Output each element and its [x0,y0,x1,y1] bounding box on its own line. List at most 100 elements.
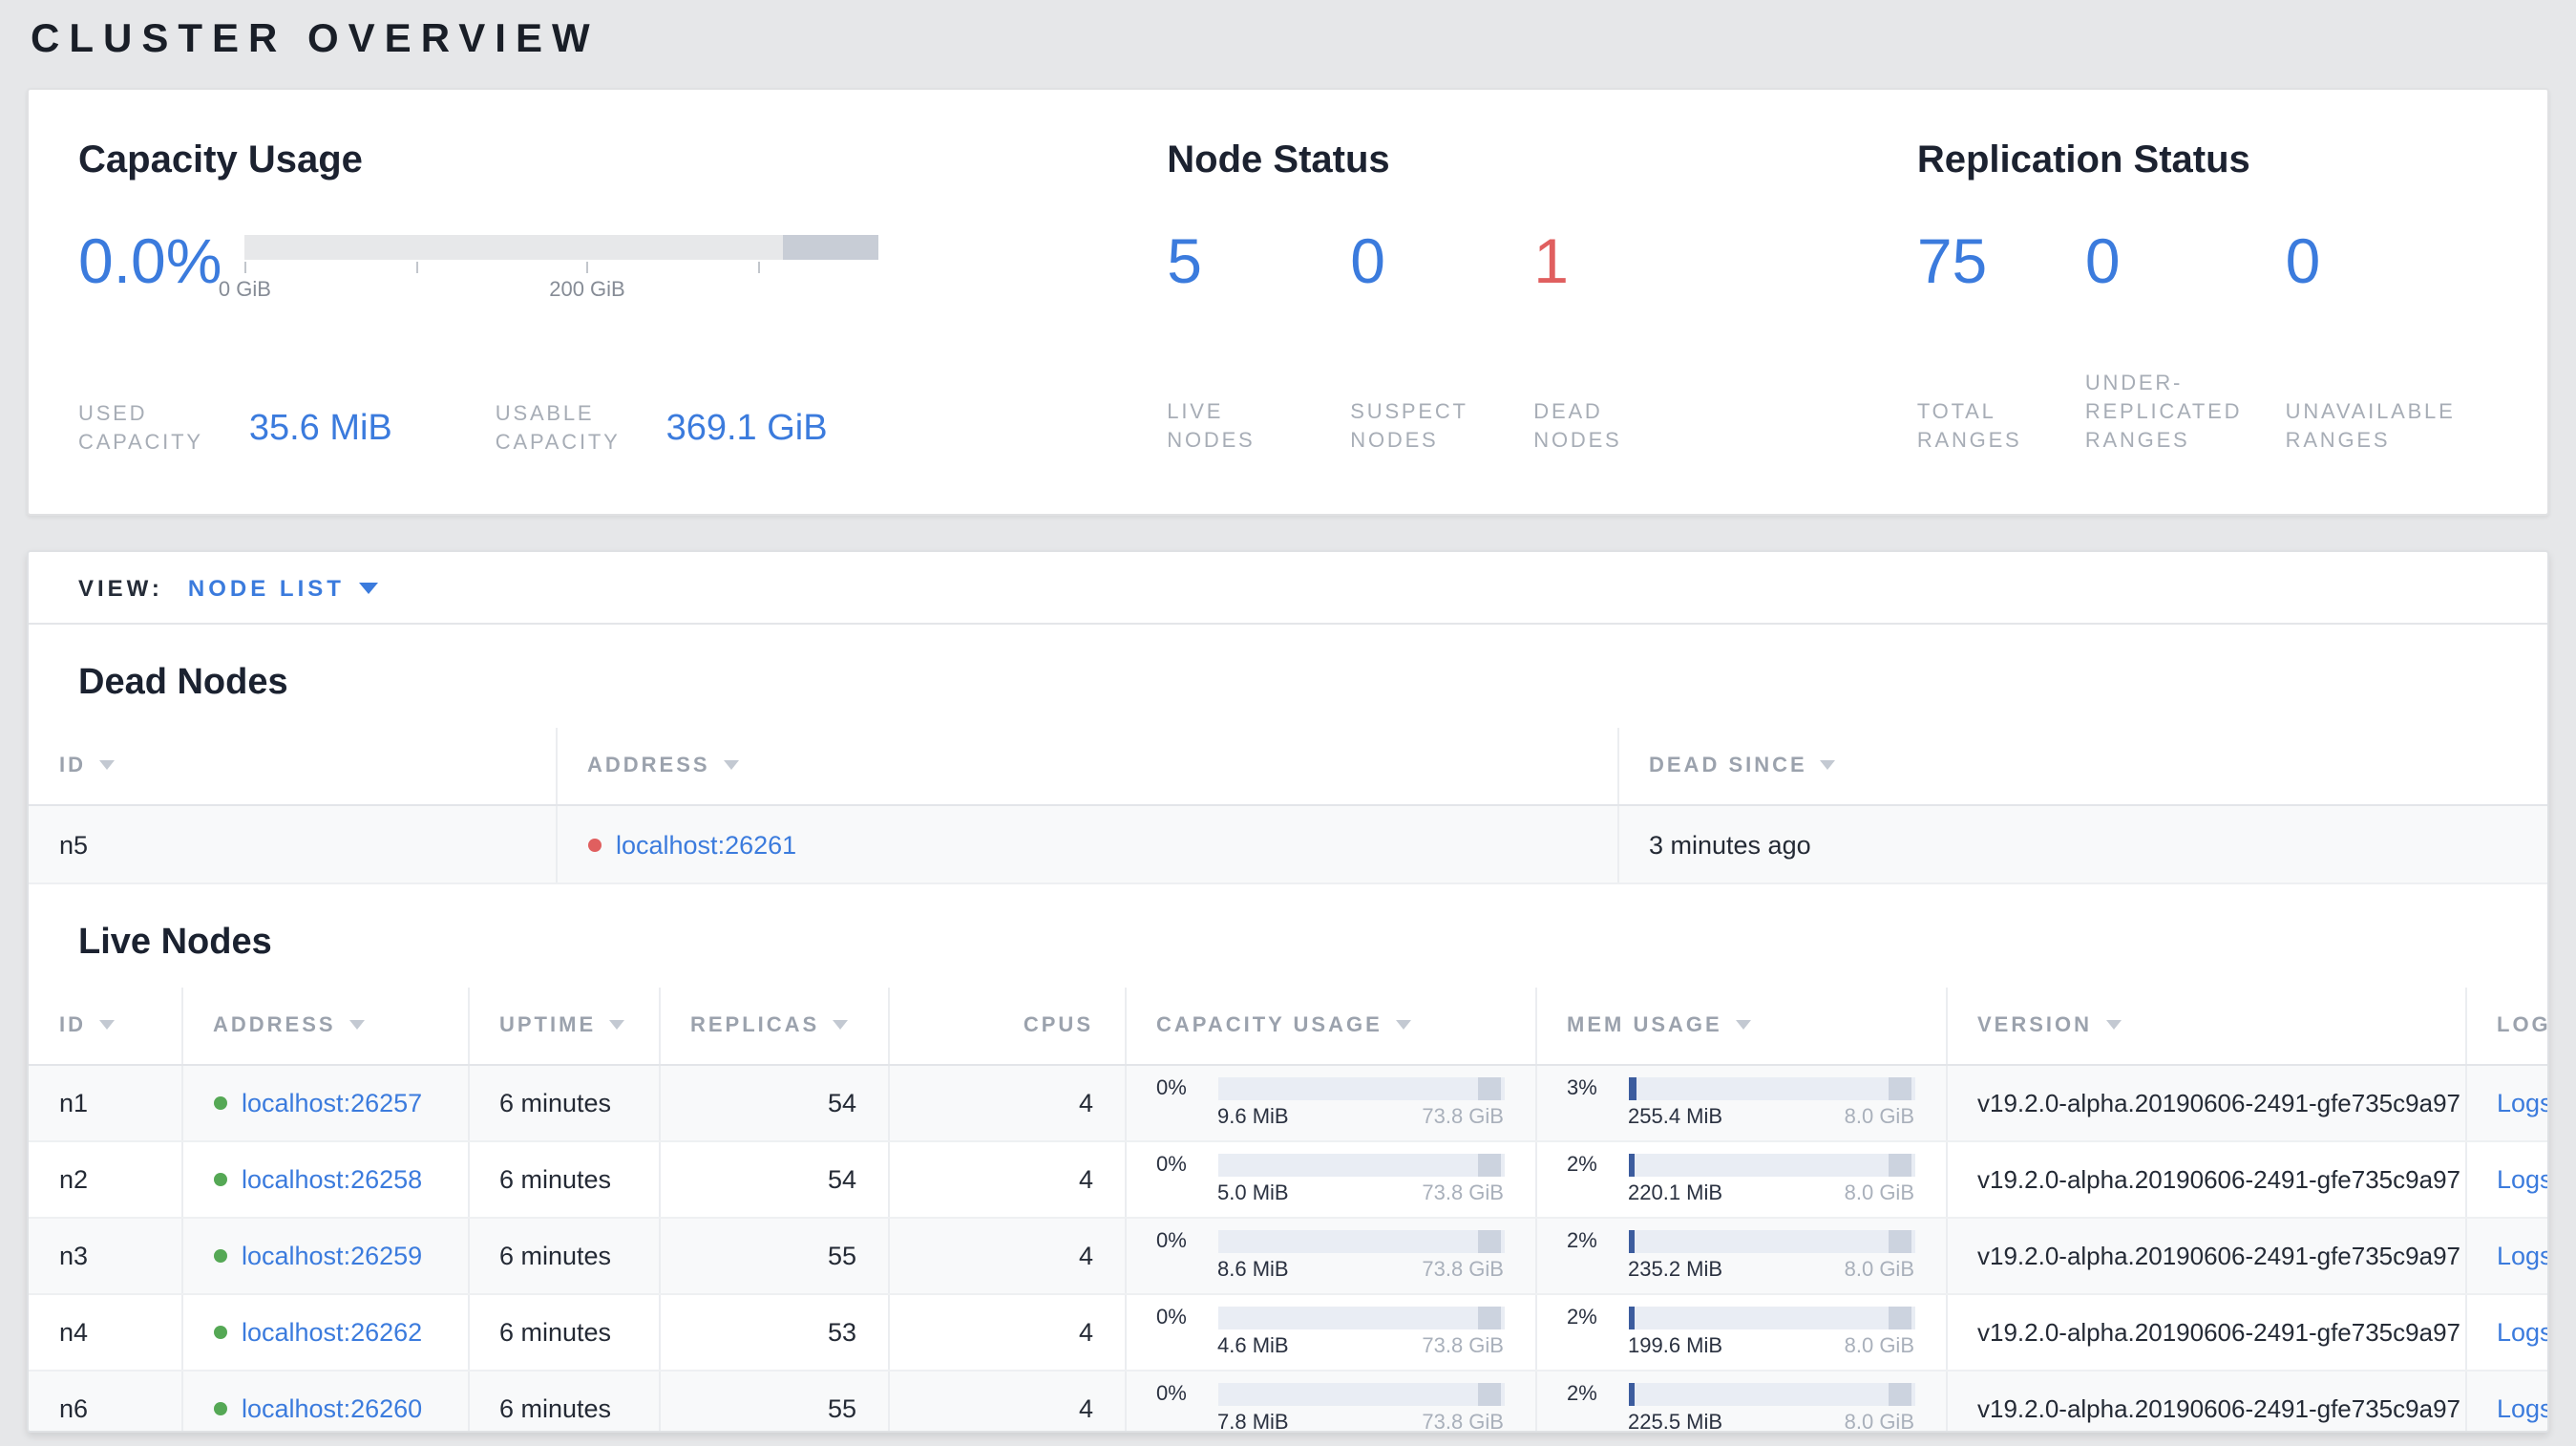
mem-usage-cell: 2% 220.1 MiB 8.0 GiB [1535,1141,1947,1219]
dead-node-dot-icon [587,838,601,851]
logs-cell: Logs [2465,1371,2547,1431]
capacity-percent: 0.0% [78,225,222,296]
cpus-cell: 4 [888,1294,1126,1372]
nodes-card: VIEW: NODE LIST Dead Nodes ID ADDRESS DE… [27,550,2549,1433]
live-col-capacity[interactable]: CAPACITY USAGE [1125,988,1536,1066]
node-address-link[interactable]: localhost:26258 [242,1165,422,1194]
live-col-version[interactable]: VERSION [1946,988,2466,1066]
logs-link[interactable]: Logs [2497,1394,2547,1423]
usable-capacity-label: USABLE CAPACITY [495,403,621,455]
replication-status-panel: Replication Status 75 TOTAL RANGES 0 UND… [1917,136,2498,514]
meter-end-segment [1477,1154,1500,1177]
meter-end-segment [1477,1077,1500,1100]
capacity-usage-title: Capacity Usage [78,139,363,181]
mem-usage-cell: 3% 255.4 MiB 8.0 GiB [1535,1065,1947,1142]
node-address-cell: localhost:26262 [181,1294,469,1372]
suspect-nodes-stat: 0 SUSPECT NODES [1350,223,1484,457]
capacity-meter-bar [1217,1307,1504,1329]
version-cell: v19.2.0-alpha.20190606-2491-gfe735c9a97 [1946,1294,2466,1372]
axis-tick [758,262,761,273]
cpus-cell: 4 [888,1218,1126,1295]
capacity-used-value: 9.6 MiB [1217,1106,1289,1129]
capacity-usage-cell: 0% 4.6 MiB 73.8 GiB [1125,1294,1536,1372]
dead-col-dead-since[interactable]: DEAD SINCE [1617,728,2547,806]
live-col-replicas[interactable]: REPLICAS [659,988,889,1066]
mem-used-value: 199.6 MiB [1628,1335,1723,1358]
capacity-meter-bar [1217,1383,1504,1406]
live-col-logs: LOGS [2465,988,2547,1066]
uptime-cell: 6 minutes [468,1141,660,1219]
mem-used-value: 225.5 MiB [1628,1412,1723,1433]
live-nodes-label: LIVE NODES [1167,401,1256,453]
node-list-dropdown[interactable]: NODE LIST [188,574,379,601]
node-list-dropdown-value[interactable]: NODE LIST [188,574,345,601]
version-cell: v19.2.0-alpha.20190606-2491-gfe735c9a97 [1946,1371,2466,1431]
cluster-overview-page: CLUSTER OVERVIEW Capacity Usage 0.0% 0 G… [0,0,2576,1446]
dead-since-cell: 3 minutes ago [1617,805,2547,884]
node-id-cell: n3 [29,1218,182,1295]
capacity-percent-label: 0% [1156,1154,1187,1177]
live-node-dot-icon [213,1096,226,1110]
live-node-row: n3 localhost:26259 6 minutes 55 4 0% 8.6… [29,1218,2547,1295]
live-col-cpus[interactable]: CPUS [888,988,1126,1066]
node-address-link[interactable]: localhost:26257 [242,1089,422,1117]
sort-icon [1820,760,1836,770]
dead-col-address[interactable]: ADDRESS [556,728,1618,806]
cpus-cell: 4 [888,1065,1126,1142]
mem-percent-label: 2% [1567,1307,1597,1329]
mem-total-value: 8.0 GiB [1844,1182,1914,1205]
node-address-cell: localhost:26258 [181,1141,469,1219]
logs-link[interactable]: Logs [2497,1089,2547,1117]
capacity-bar-end-segment [783,235,879,260]
mem-meter-bar [1628,1383,1914,1406]
meter-end-segment [1477,1383,1500,1406]
mem-percent-label: 2% [1567,1154,1597,1177]
replicas-cell: 55 [659,1371,889,1431]
axis-tick [586,262,589,273]
capacity-used-value: 7.8 MiB [1217,1412,1289,1433]
live-node-row: n6 localhost:26260 6 minutes 55 4 0% 7.8… [29,1371,2547,1433]
logs-link[interactable]: Logs [2497,1318,2547,1347]
node-address-link[interactable]: localhost:26260 [242,1394,422,1423]
capacity-percent-label: 0% [1156,1307,1187,1329]
axis-tick [415,262,418,273]
capacity-usage-panel: Capacity Usage 0.0% 0 GiB 200 GiB USED C… [78,136,1167,514]
logs-cell: Logs [2465,1065,2547,1142]
live-col-address[interactable]: ADDRESS [181,988,469,1066]
mem-percent-label: 2% [1567,1230,1597,1253]
dead-col-id[interactable]: ID [29,728,557,806]
page-title: CLUSTER OVERVIEW [31,17,600,61]
total-ranges-stat: 75 TOTAL RANGES [1917,223,2032,457]
capacity-used-value: 4.6 MiB [1217,1335,1289,1358]
node-status-title: Node Status [1167,139,1390,181]
version-cell: v19.2.0-alpha.20190606-2491-gfe735c9a97 [1946,1218,2466,1295]
live-node-row: n1 localhost:26257 6 minutes 54 4 0% 9.6… [29,1065,2547,1142]
dead-nodes-label: DEAD NODES [1533,401,1622,453]
suspect-nodes-count: 0 [1350,225,1385,296]
node-address-link[interactable]: localhost:26262 [242,1318,422,1347]
live-node-row: n2 localhost:26258 6 minutes 54 4 0% 5.0… [29,1141,2547,1219]
uptime-cell: 6 minutes [468,1065,660,1142]
under-replicated-ranges-label: UNDER- REPLICATED RANGES [2084,372,2243,453]
dead-nodes-count: 1 [1533,225,1569,296]
unavailable-ranges-stat: 0 UNAVAILABLE RANGES [2286,223,2453,457]
capacity-used-value: 5.0 MiB [1217,1182,1289,1205]
total-ranges-count: 75 [1916,225,1988,296]
sort-icon [1395,1020,1411,1030]
node-address-link[interactable]: localhost:26259 [242,1242,422,1270]
live-col-uptime[interactable]: UPTIME [468,988,660,1066]
live-col-id[interactable]: ID [29,988,182,1066]
view-label: VIEW: [78,574,163,601]
mem-percent-label: 3% [1567,1077,1597,1100]
uptime-cell: 6 minutes [468,1294,660,1372]
sort-icon [833,1020,849,1030]
capacity-bar [244,235,879,260]
capacity-total-value: 73.8 GiB [1422,1259,1504,1282]
logs-cell: Logs [2465,1294,2547,1372]
logs-link[interactable]: Logs [2497,1242,2547,1270]
sort-icon [348,1020,365,1030]
node-address-link[interactable]: localhost:26261 [616,830,796,859]
logs-link[interactable]: Logs [2497,1165,2547,1194]
capacity-percent-label: 0% [1156,1383,1187,1406]
live-col-memory[interactable]: MEM USAGE [1535,988,1947,1066]
